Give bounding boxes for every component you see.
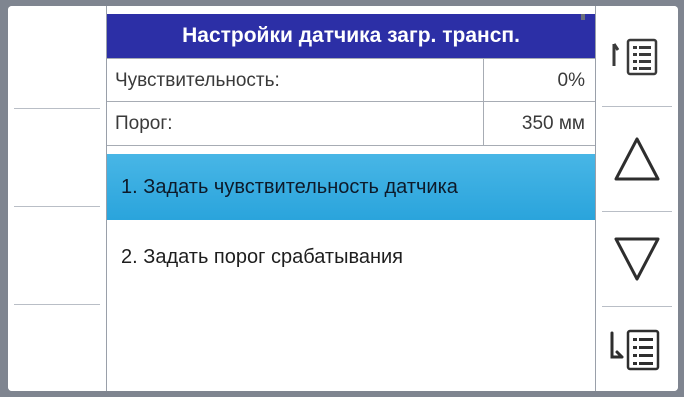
list-up-icon <box>612 38 658 76</box>
divider <box>602 106 672 107</box>
display-screen: Настройки датчика загр. трансп. Чувствит… <box>8 6 678 391</box>
param-row-sensitivity: Чувствительность: 0% <box>107 58 595 103</box>
status-indicator <box>581 14 585 20</box>
left-softkey-column <box>8 6 106 391</box>
divider <box>602 306 672 307</box>
param-row-threshold: Порог: 350 мм <box>107 102 595 146</box>
triangle-down-icon <box>614 237 660 281</box>
menu-item-set-sensitivity[interactable]: 1. Задать чувствительность датчика <box>107 154 595 220</box>
divider <box>14 108 100 109</box>
scroll-down-button[interactable] <box>596 222 678 294</box>
param-value: 0% <box>483 59 595 103</box>
param-label: Порог: <box>115 113 173 134</box>
menu-up-button[interactable] <box>596 20 678 90</box>
divider <box>602 211 672 212</box>
param-value: 350 мм <box>483 102 595 146</box>
triangle-up-icon <box>614 137 660 181</box>
right-softkey-column <box>596 6 678 391</box>
param-label: Чувствительность: <box>115 70 280 91</box>
list-down-icon <box>610 329 660 371</box>
scroll-up-button[interactable] <box>596 124 678 196</box>
menu-down-button[interactable] <box>596 314 678 384</box>
page-title: Настройки датчика загр. трансп. <box>107 14 595 58</box>
menu-item-set-threshold[interactable]: 2. Задать порог срабатывания <box>107 224 595 290</box>
settings-panel: Настройки датчика загр. трансп. Чувствит… <box>106 6 596 391</box>
divider <box>14 206 100 207</box>
divider <box>14 304 100 305</box>
